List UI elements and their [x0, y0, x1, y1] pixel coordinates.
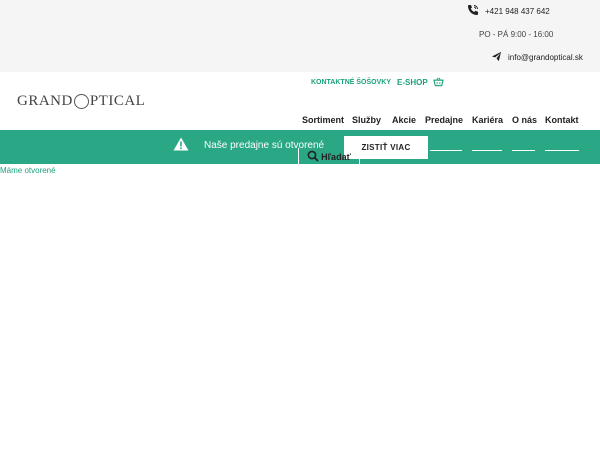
nav-item-kontakt[interactable]: Kontakt — [545, 115, 579, 125]
logo-o-ring — [73, 94, 89, 109]
shop-links: KONTAKTNÉ ŠOŠOVKY E-SHOP — [311, 77, 444, 87]
nav-item-sluzby[interactable]: Služby — [352, 115, 381, 125]
grandoptical-logo[interactable]: GRAND PTICAL — [17, 93, 145, 110]
phone-number[interactable]: +421 948 437 642 — [485, 7, 550, 16]
nav-underline-kariera — [472, 150, 502, 151]
nav-underline-kontakt — [545, 150, 579, 151]
contact-phone[interactable]: +421 948 437 642 — [467, 4, 550, 18]
logo-text-left: GRAND — [17, 93, 73, 109]
opening-hours: PO - PÁ 9:00 - 16:00 — [479, 30, 554, 39]
nav-item-sortiment[interactable]: Sortiment — [302, 115, 344, 125]
nav-item-predajne[interactable]: Predajne — [425, 115, 463, 125]
nav-item-akcie[interactable]: Akcie — [392, 115, 416, 125]
basket-icon[interactable] — [432, 77, 444, 87]
open-status-link[interactable]: Máme otvorené — [0, 166, 56, 175]
search-label: Hľadať — [321, 152, 351, 162]
paper-plane-icon — [491, 51, 502, 64]
nav-item-kariera[interactable]: Kariéra — [472, 115, 503, 125]
nav-item-o-nas[interactable]: O nás — [512, 115, 537, 125]
logo-text-right: PTICAL — [89, 93, 146, 109]
eshop-link[interactable]: E-SHOP — [397, 78, 428, 87]
contact-email[interactable]: info@grandoptical.sk — [491, 51, 583, 64]
phone-icon — [467, 4, 479, 18]
email-address[interactable]: info@grandoptical.sk — [508, 53, 583, 62]
nav-underline-predajne — [430, 150, 462, 151]
warning-icon — [173, 137, 189, 156]
search-button[interactable]: Hľadať — [298, 148, 360, 166]
main-navigation: Sortiment Služby Akcie Predajne Kariéra … — [0, 115, 600, 129]
nav-underline-o-nas — [512, 150, 535, 151]
contact-lenses-link[interactable]: KONTAKTNÉ ŠOŠOVKY — [311, 79, 391, 86]
search-icon — [307, 150, 321, 164]
